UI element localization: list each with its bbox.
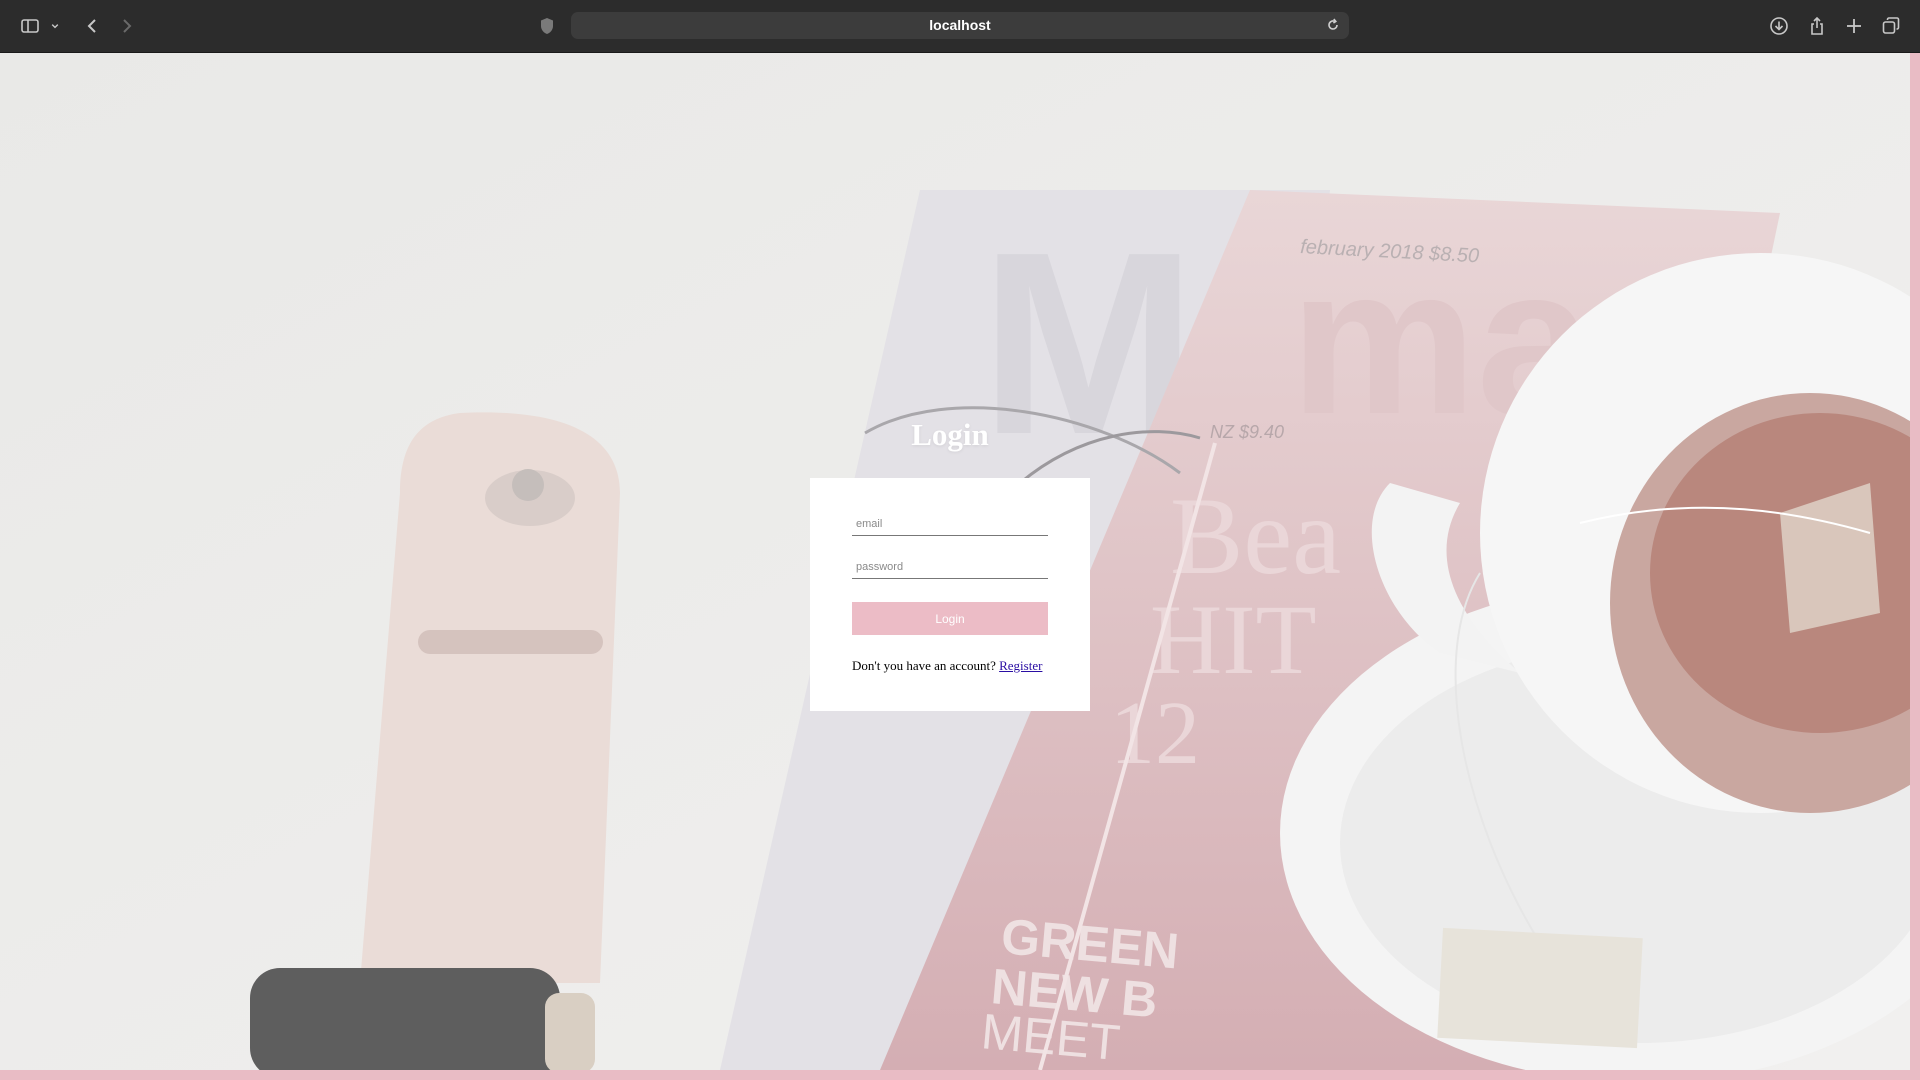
back-arrow-icon[interactable]: [80, 14, 104, 38]
tab-overview-icon[interactable]: [1879, 14, 1903, 38]
login-button[interactable]: Login: [852, 602, 1048, 635]
page-frame-right: [1910, 53, 1920, 1080]
login-heading: Login: [911, 417, 989, 452]
forward-arrow-icon[interactable]: [115, 14, 139, 38]
svg-text:HIT: HIT: [1150, 584, 1317, 695]
page-viewport: M february 2018 $8.50 ma NZ $9.40 Bea HI…: [0, 53, 1910, 1070]
address-bar[interactable]: localhost: [571, 12, 1349, 39]
shield-icon[interactable]: [535, 14, 559, 38]
plus-icon[interactable]: [1842, 14, 1866, 38]
svg-text:NZ $9.40: NZ $9.40: [1210, 422, 1284, 442]
page-frame-bottom: [0, 1070, 1920, 1080]
download-icon[interactable]: [1767, 14, 1791, 38]
share-icon[interactable]: [1805, 14, 1829, 38]
register-prompt-line: Don't you have an account? Register: [852, 658, 1072, 674]
browser-toolbar: localhost: [0, 0, 1920, 53]
register-prompt: Don't you have an account?: [852, 658, 996, 673]
url-text: localhost: [929, 17, 991, 33]
login-card: Login Don't you have an account? Registe…: [810, 478, 1090, 711]
chevron-down-icon[interactable]: [48, 14, 62, 38]
register-link[interactable]: Register: [999, 658, 1042, 673]
password-input[interactable]: [852, 555, 1048, 579]
svg-text:Bea: Bea: [1170, 475, 1341, 597]
sidebar-icon[interactable]: [18, 14, 42, 38]
reload-icon[interactable]: [1325, 17, 1341, 33]
email-input[interactable]: [852, 512, 1048, 536]
